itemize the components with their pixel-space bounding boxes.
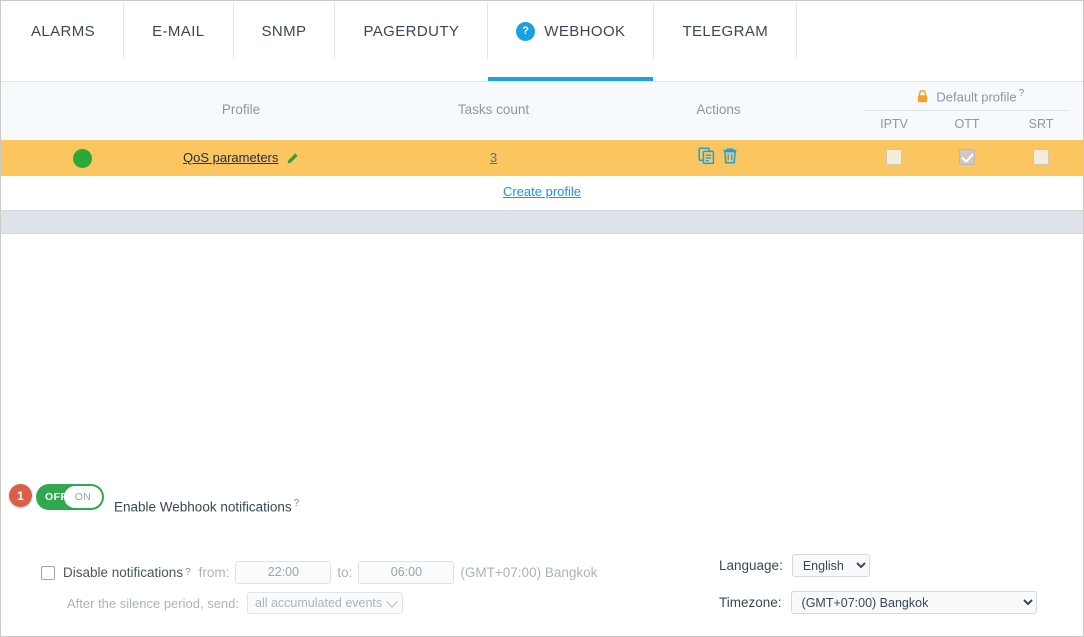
timezone-row: Timezone: (GMT+07:00) Bangkok [719,591,1037,614]
column-header-tasks-count: Tasks count [396,102,591,117]
webhook-settings-page: ALARMS E-MAIL SNMP PAGERDUTY ? WEBHOOK T… [0,0,1084,637]
disable-notifications-help-icon[interactable]: ? [185,567,191,578]
language-select[interactable]: English [792,554,870,577]
lock-icon [917,90,928,106]
checkbox-iptv[interactable] [886,149,902,165]
silence-period-select[interactable]: all accumulated events [247,592,403,614]
silence-period-row: After the silence period, send: all accu… [67,592,403,614]
tasks-count-link[interactable]: 3 [490,150,497,165]
checkbox-srt[interactable] [1033,149,1049,165]
silence-period-label: After the silence period, send: [67,596,239,611]
tab-snmp[interactable]: SNMP [234,3,336,59]
actions-cell [631,147,806,165]
timezone-label: Timezone: [719,595,782,610]
to-time-input[interactable]: 06:00 [358,561,454,584]
tab-email[interactable]: E-MAIL [124,3,233,59]
status-indicator [73,149,92,168]
disable-notifications-label: Disable notifications [63,565,183,580]
profile-name-cell: QoS parameters [141,150,341,167]
checkbox-ott[interactable] [959,149,975,165]
enable-webhook-help-icon[interactable]: ? [294,498,300,509]
language-row: Language: English [719,554,870,577]
profile-table-header: Default profile? Profile Tasks count Act… [1,82,1083,140]
webhook-form: 1 OFF ON Enable Webhook notifications? D… [1,234,1083,637]
tab-alarms[interactable]: ALARMS [1,3,124,59]
create-profile-row: Create profile [1,176,1083,210]
trash-icon[interactable] [721,147,739,165]
chevron-down-icon [386,596,397,607]
enable-webhook-label-wrap: Enable Webhook notifications? [114,498,299,515]
tab-snmp-label: SNMP [262,23,307,40]
step-badge-1: 1 [9,484,32,507]
column-header-ott: OTT [929,117,1005,131]
enable-webhook-toggle[interactable]: OFF ON [36,484,104,510]
column-header-profile: Profile [141,102,341,117]
silence-period-value: all accumulated events [255,596,382,610]
notification-tabs: ALARMS E-MAIL SNMP PAGERDUTY ? WEBHOOK T… [1,1,1083,81]
header-divider [863,110,1069,111]
tab-alarms-label: ALARMS [31,23,95,40]
tab-webhook-label: WEBHOOK [544,23,625,40]
tab-telegram-label: TELEGRAM [682,23,768,40]
column-header-actions: Actions [631,102,806,117]
from-label: from: [199,565,230,580]
tab-email-label: E-MAIL [152,23,204,40]
from-time-input[interactable]: 22:00 [235,561,331,584]
profile-table: Default profile? Profile Tasks count Act… [1,81,1083,210]
checkbox-cell-srt[interactable] [1003,149,1079,168]
default-profile-header: Default profile? [856,88,1084,106]
tab-webhook[interactable]: ? WEBHOOK [488,3,654,59]
active-tab-indicator [488,77,653,81]
tab-telegram[interactable]: TELEGRAM [654,3,797,59]
timezone-select[interactable]: (GMT+07:00) Bangkok [791,591,1037,614]
checkbox-cell-ott[interactable] [929,149,1005,168]
column-header-srt: SRT [1003,117,1079,131]
enable-webhook-label: Enable Webhook notifications [114,500,292,515]
disable-notifications-checkbox[interactable] [41,566,55,580]
toggle-on-label: ON [64,486,102,508]
default-profile-label: Default profile [936,89,1016,104]
profile-link[interactable]: QoS parameters [183,150,278,165]
tab-pagerduty-label: PAGERDUTY [363,23,459,40]
tasks-count-cell: 3 [396,150,591,165]
create-profile-link[interactable]: Create profile [503,184,581,199]
help-icon[interactable]: ? [516,22,535,41]
tab-pagerduty[interactable]: PAGERDUTY [335,3,488,59]
to-label: to: [337,565,352,580]
pencil-icon[interactable] [287,152,299,167]
default-profile-help-icon[interactable]: ? [1019,88,1025,99]
section-divider [1,210,1083,234]
language-label: Language: [719,558,783,573]
checkbox-cell-iptv[interactable] [856,149,932,168]
timezone-note: (GMT+07:00) Bangkok [460,565,597,580]
copy-icon[interactable] [698,147,716,165]
column-header-iptv: IPTV [856,117,932,131]
disable-notifications-row: Disable notifications? from: 22:00 to: 0… [41,561,597,584]
table-row[interactable]: QoS parameters 3 [1,140,1083,176]
